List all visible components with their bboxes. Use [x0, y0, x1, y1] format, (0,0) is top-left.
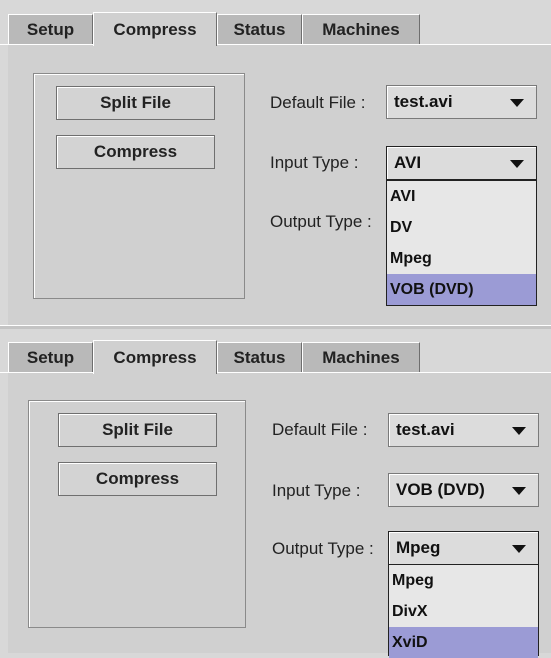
tab-machines[interactable]: Machines [302, 342, 420, 372]
dropdown-option-xvid[interactable]: XviD [389, 627, 538, 658]
dropdown-option-mpeg[interactable]: Mpeg [387, 243, 536, 274]
input-type-value: VOB (DVD) [396, 480, 485, 499]
output-type-dropdown-list: Mpeg DivX XviD [388, 564, 539, 658]
dropdown-option-dv[interactable]: DV [387, 212, 536, 243]
default-file-select[interactable]: test.avi [386, 85, 537, 119]
default-file-value: test.avi [394, 92, 453, 111]
compress-button[interactable]: Compress [56, 135, 215, 169]
tab-status[interactable]: Status [217, 14, 302, 44]
tab-bar: Setup Compress Status Machines [0, 0, 551, 46]
dropdown-option-vob-dvd[interactable]: VOB (DVD) [387, 274, 536, 305]
default-file-value: test.avi [396, 420, 455, 439]
chevron-down-icon [510, 99, 524, 107]
input-type-dropdown-list: AVI DV Mpeg VOB (DVD) [386, 180, 537, 306]
input-type-value: AVI [394, 153, 422, 172]
dropdown-option-divx[interactable]: DivX [389, 596, 538, 627]
chevron-down-icon [512, 545, 526, 553]
chevron-down-icon [510, 160, 524, 168]
output-type-select[interactable]: Mpeg [388, 531, 539, 565]
compress-content: Split File Compress Default File : test.… [8, 373, 551, 658]
default-file-select[interactable]: test.avi [388, 413, 539, 447]
input-type-label: Input Type : [272, 481, 361, 500]
split-file-button[interactable]: Split File [58, 413, 217, 447]
tab-compress[interactable]: Compress [93, 340, 217, 374]
dropdown-option-avi[interactable]: AVI [387, 181, 536, 212]
compress-button[interactable]: Compress [58, 462, 217, 496]
tab-compress[interactable]: Compress [93, 12, 217, 46]
input-type-select[interactable]: VOB (DVD) [388, 473, 539, 507]
tab-bar: Setup Compress Status Machines [0, 328, 551, 374]
output-type-label: Output Type : [272, 539, 374, 558]
tab-status[interactable]: Status [217, 342, 302, 372]
tab-setup[interactable]: Setup [8, 14, 93, 44]
output-type-label: Output Type : [270, 212, 372, 231]
output-type-value: Mpeg [396, 538, 441, 557]
dropdown-option-mpeg[interactable]: Mpeg [389, 565, 538, 596]
default-file-label: Default File : [270, 93, 366, 112]
tab-setup[interactable]: Setup [8, 342, 93, 372]
chevron-down-icon [512, 487, 526, 495]
compress-content: Split File Compress Default File : test.… [8, 45, 551, 325]
tab-machines[interactable]: Machines [302, 14, 420, 44]
default-file-label: Default File : [272, 420, 368, 439]
compress-panel-input-dropdown: Setup Compress Status Machines Split Fil… [0, 0, 551, 329]
split-file-button[interactable]: Split File [56, 86, 215, 120]
input-type-label: Input Type : [270, 153, 359, 172]
input-type-select[interactable]: AVI [386, 146, 537, 180]
compress-panel-output-dropdown: Setup Compress Status Machines Split Fil… [0, 328, 551, 658]
chevron-down-icon [512, 427, 526, 435]
